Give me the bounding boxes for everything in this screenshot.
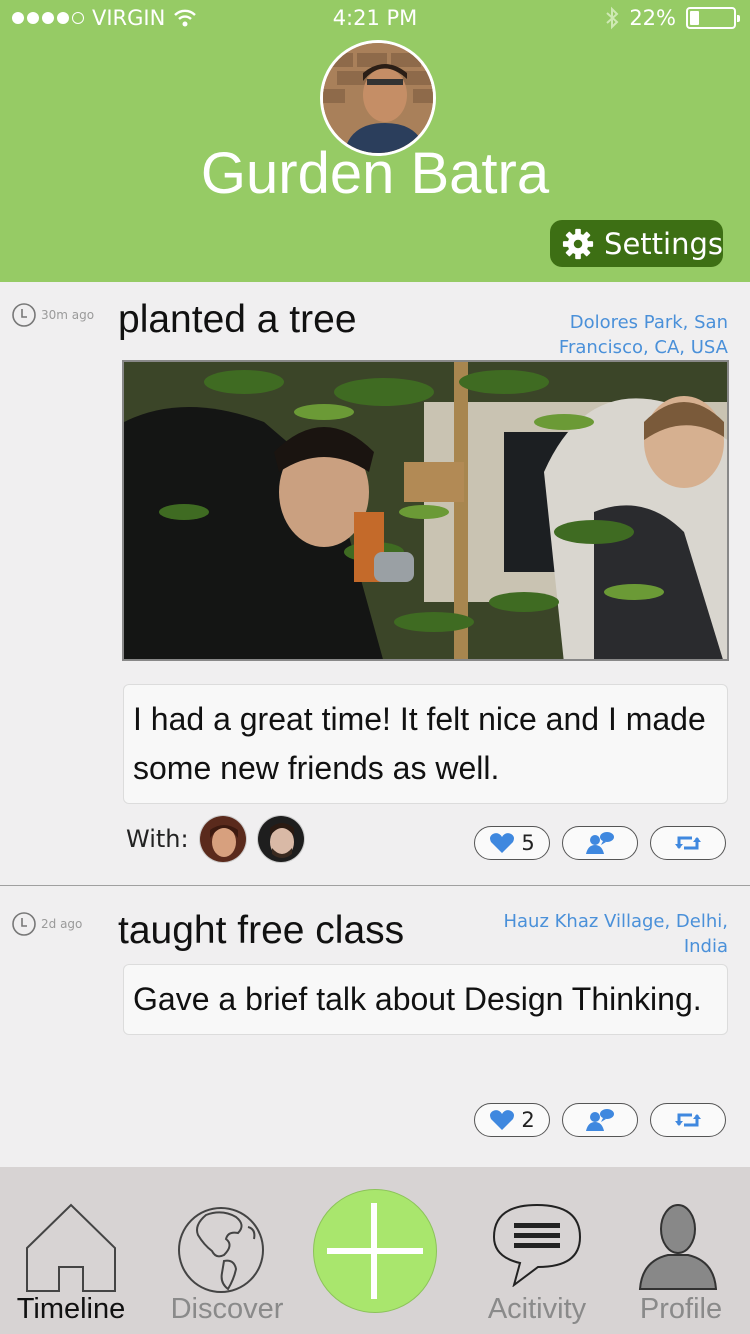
location-line: Dolores Park, San <box>569 312 728 333</box>
tab-profile[interactable]: Profile <box>610 1167 750 1334</box>
add-friend-icon <box>586 832 614 854</box>
globe-icon <box>178 1207 264 1293</box>
timeline-post: 30m ago planted a tree Dolores Park, San… <box>0 282 750 886</box>
tagged-friends: With: <box>126 815 305 863</box>
retweet-icon <box>675 1113 701 1127</box>
user-name: Gurden Batra <box>200 141 550 206</box>
friend-avatar[interactable] <box>198 815 247 863</box>
location-line: Francisco, CA, USA <box>558 337 728 358</box>
like-button[interactable]: 2 <box>474 1103 550 1137</box>
tab-bar: Timeline Discover Acitivity Profile <box>0 1167 750 1334</box>
post-comment: Gave a brief talk about Design Thinking. <box>123 964 728 1035</box>
retweet-icon <box>675 836 701 850</box>
chat-bubble-icon <box>492 1203 582 1287</box>
location-line: India <box>683 936 728 957</box>
bluetooth-icon <box>606 6 619 30</box>
settings-button[interactable]: Settings <box>550 220 723 267</box>
post-location[interactable]: Hauz Khaz Village, Delhi, India <box>468 909 728 959</box>
tab-label: Discover <box>170 1293 284 1325</box>
battery-icon <box>686 7 740 29</box>
activity-title: planted a tree <box>118 298 357 341</box>
like-count: 5 <box>521 831 535 855</box>
clock-icon <box>12 912 36 936</box>
post-comment: I had a great time! It felt nice and I m… <box>123 684 728 804</box>
battery-level <box>690 11 699 25</box>
with-label: With: <box>126 825 189 853</box>
post-time: 30m ago <box>11 302 94 328</box>
join-button[interactable] <box>562 1103 638 1137</box>
post-time-text: 30m ago <box>41 308 95 322</box>
heart-icon <box>490 1110 515 1130</box>
timeline-post: 2d ago taught free class Hauz Khaz Villa… <box>0 887 750 1167</box>
post-time-text: 2d ago <box>41 917 83 931</box>
post-actions: 2 <box>474 1103 726 1137</box>
tab-discover[interactable]: Discover <box>156 1167 298 1334</box>
status-right: 22% <box>605 6 740 30</box>
tab-label: Profile <box>639 1293 723 1325</box>
tab-activity[interactable]: Acitivity <box>466 1167 608 1334</box>
like-button[interactable]: 5 <box>474 826 550 860</box>
tree-planting-photo <box>124 362 727 659</box>
join-button[interactable] <box>562 826 638 860</box>
clock-icon <box>12 303 36 327</box>
location-line: Hauz Khaz Village, Delhi, <box>503 911 728 932</box>
share-button[interactable] <box>650 826 726 860</box>
home-icon <box>26 1203 116 1292</box>
battery-percent: 22% <box>629 6 676 30</box>
tab-label: Acitivity <box>487 1293 587 1325</box>
status-bar: VIRGIN 4:21 PM 22% <box>0 0 750 40</box>
activity-title: taught free class <box>118 909 405 952</box>
friend-avatar[interactable] <box>256 815 305 863</box>
profile-avatar[interactable] <box>320 40 436 156</box>
post-actions: 5 <box>474 826 726 860</box>
tab-label: Timeline <box>16 1293 126 1325</box>
post-time: 2d ago <box>11 911 82 937</box>
heart-icon <box>490 833 515 853</box>
like-count: 2 <box>521 1108 535 1132</box>
gear-icon <box>562 228 594 259</box>
post-location[interactable]: Dolores Park, San Francisco, CA, USA <box>528 310 728 360</box>
add-activity-button[interactable] <box>313 1189 437 1313</box>
add-friend-icon <box>586 1109 614 1131</box>
profile-header: VIRGIN 4:21 PM 22% Gurden Batra Settings <box>0 0 750 282</box>
share-button[interactable] <box>650 1103 726 1137</box>
plus-icon <box>327 1203 423 1299</box>
person-icon <box>638 1204 718 1290</box>
tab-timeline[interactable]: Timeline <box>0 1167 142 1334</box>
post-photo[interactable] <box>122 360 729 661</box>
settings-label: Settings <box>604 226 723 261</box>
